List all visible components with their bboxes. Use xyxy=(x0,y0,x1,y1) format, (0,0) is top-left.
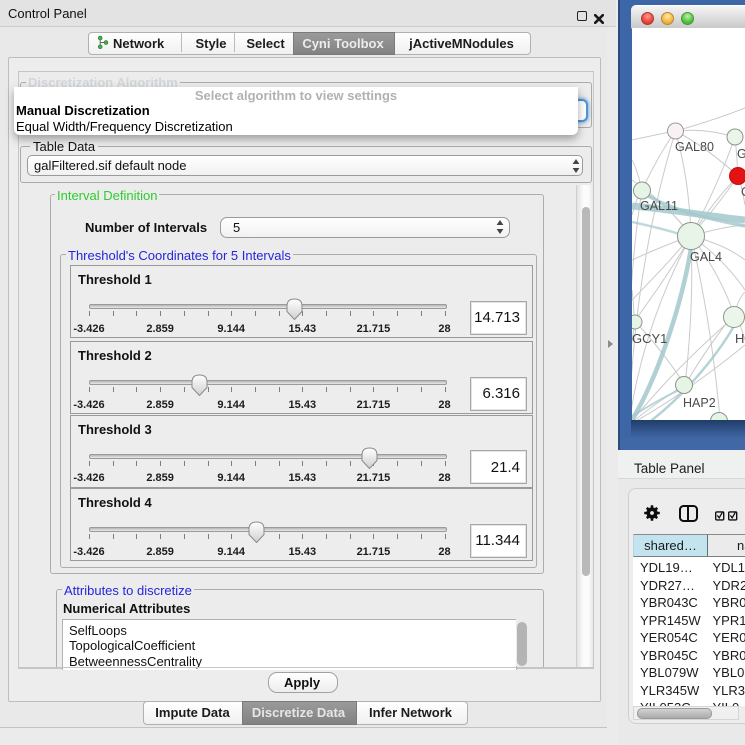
svg-text:GAL4: GAL4 xyxy=(690,250,722,264)
svg-text:HAP2: HAP2 xyxy=(683,396,716,410)
svg-text:GAL11: GAL11 xyxy=(640,199,678,213)
svg-text:H: H xyxy=(735,331,744,346)
svg-text:G.: G. xyxy=(737,147,745,161)
svg-text:GAL80: GAL80 xyxy=(675,140,714,154)
svg-text:GCY1: GCY1 xyxy=(632,331,667,346)
svg-text:C: C xyxy=(741,185,745,199)
